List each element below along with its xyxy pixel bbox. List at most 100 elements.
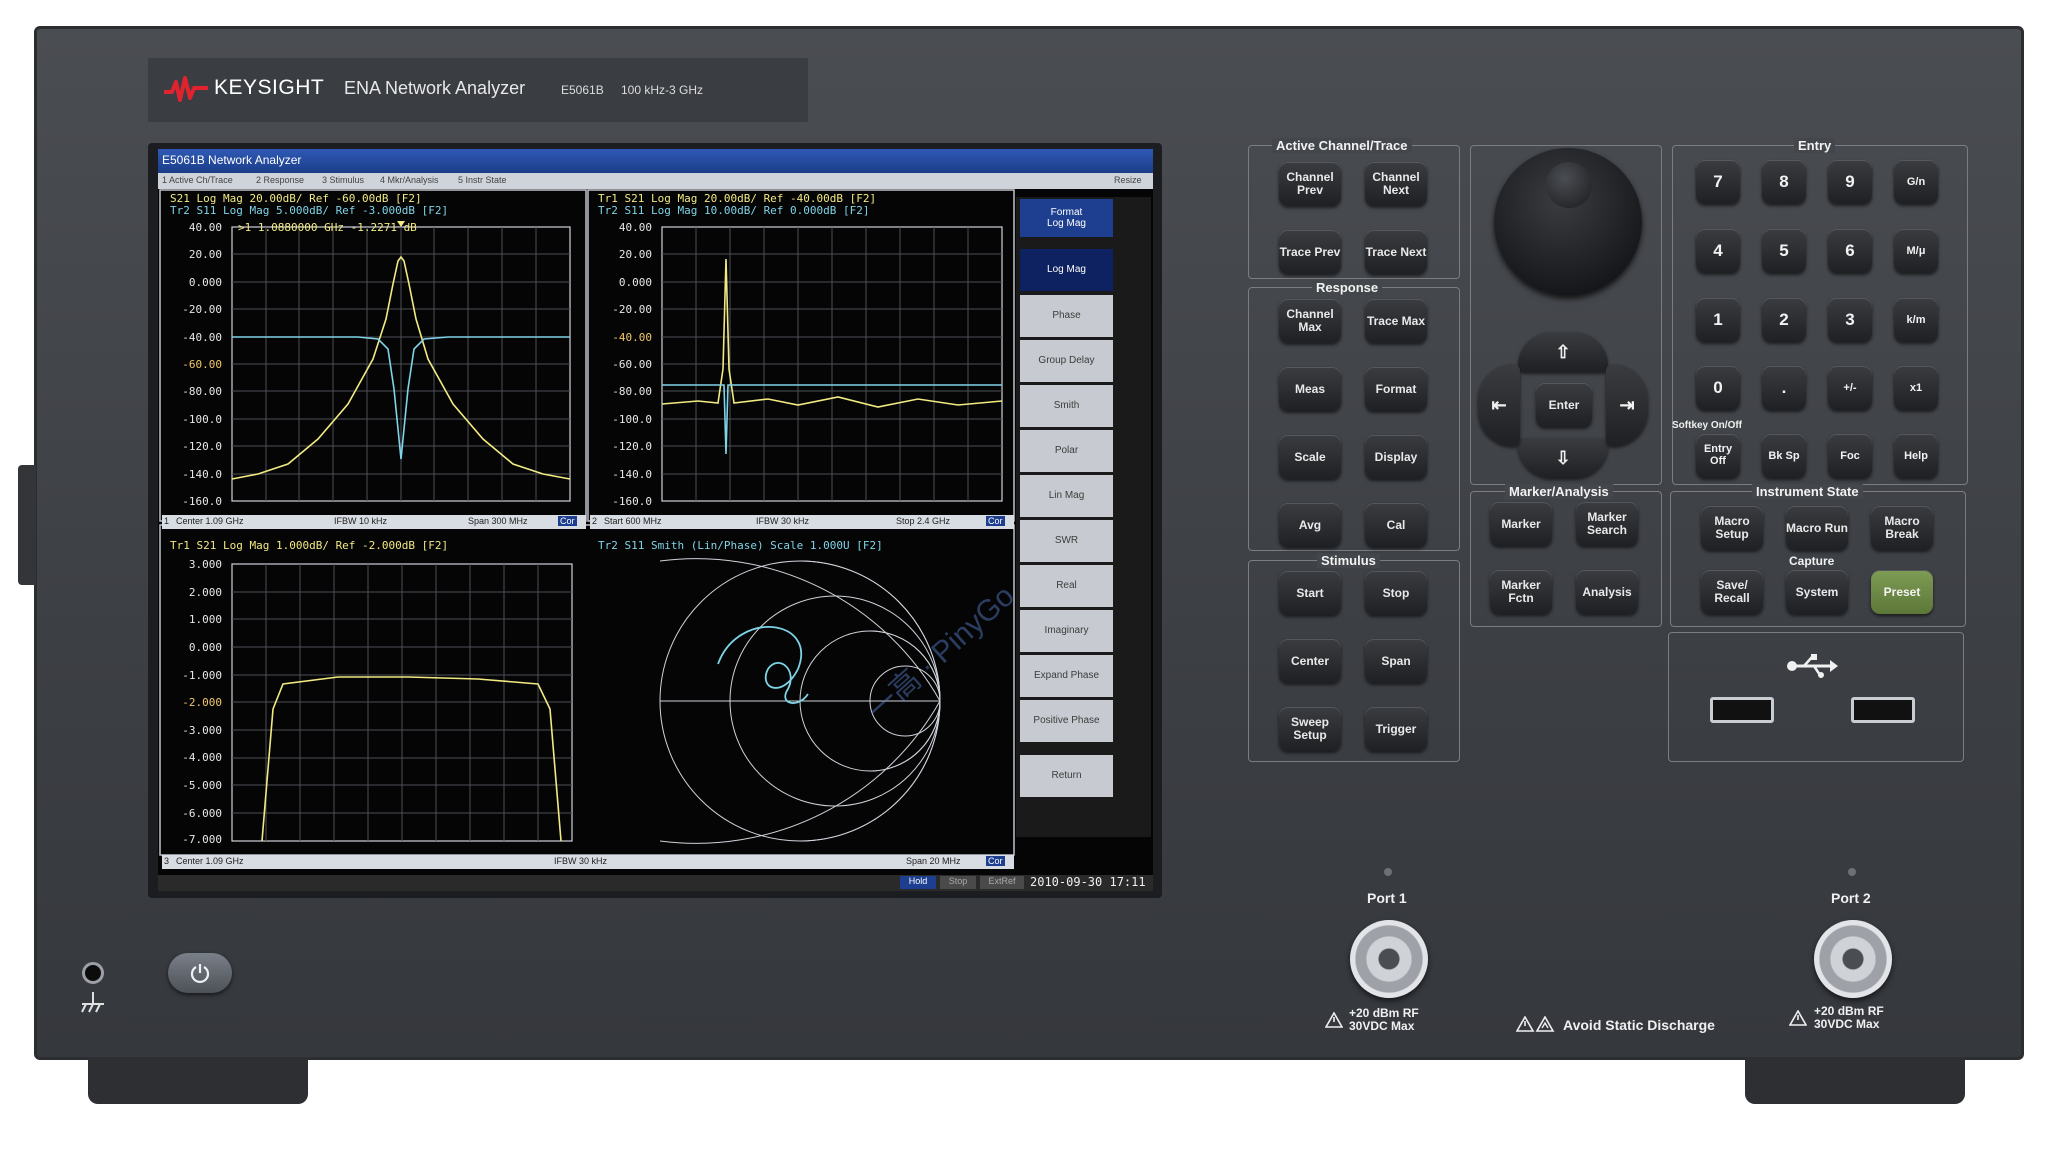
pane2-ytick: -80.00 bbox=[612, 385, 652, 398]
port1-connector[interactable] bbox=[1350, 920, 1428, 998]
trace-max-button[interactable]: Trace Max bbox=[1365, 299, 1427, 343]
display-button[interactable]: Display bbox=[1365, 435, 1427, 479]
entry-off-button[interactable]: Entry Off bbox=[1696, 434, 1740, 478]
avg-button[interactable]: Avg bbox=[1279, 503, 1341, 547]
pane3-center: Center 1.09 GHz bbox=[176, 856, 244, 866]
pane1-ytick: 40.00 bbox=[188, 221, 222, 234]
port2-warning-icon bbox=[1789, 1010, 1807, 1026]
center-button[interactable]: Center bbox=[1279, 639, 1341, 683]
menu-item-active-ch[interactable]: 1 Active Ch/Trace bbox=[162, 175, 233, 185]
pane3-ytick: -7.000 bbox=[182, 833, 222, 846]
sweep-setup-button[interactable]: Sweep Setup bbox=[1279, 707, 1341, 751]
softkey-smith[interactable]: Smith bbox=[1020, 385, 1113, 427]
static-warning-icon bbox=[1516, 1016, 1555, 1032]
key-decimal[interactable]: . bbox=[1762, 366, 1806, 410]
static-warning-text: Avoid Static Discharge bbox=[1563, 1017, 1715, 1033]
cal-button[interactable]: Cal bbox=[1365, 503, 1427, 547]
softkey-real[interactable]: Real bbox=[1020, 565, 1113, 607]
key-7[interactable]: 7 bbox=[1696, 160, 1740, 204]
save-recall-button[interactable]: Save/ Recall bbox=[1701, 570, 1763, 614]
instrument-state-label: Instrument State bbox=[1752, 484, 1863, 499]
macro-setup-button[interactable]: Macro Setup bbox=[1701, 506, 1763, 550]
backspace-button[interactable]: Bk Sp bbox=[1762, 434, 1806, 478]
pane3-ytick: -4.000 bbox=[182, 751, 222, 764]
ground-jack[interactable] bbox=[82, 962, 104, 984]
softkey-polar[interactable]: Polar bbox=[1020, 430, 1113, 472]
marker-search-button[interactable]: Marker Search bbox=[1576, 502, 1638, 546]
scale-button[interactable]: Scale bbox=[1279, 435, 1341, 479]
pane2-ytick: 20.00 bbox=[618, 248, 652, 261]
brand-logo-text: KEYSIGHT bbox=[214, 76, 325, 99]
pane3-ytick-ref: -2.000 bbox=[182, 696, 222, 709]
port2-led bbox=[1848, 868, 1856, 876]
help-button[interactable]: Help bbox=[1894, 434, 1938, 478]
enter-button[interactable]: Enter bbox=[1536, 383, 1592, 427]
key-9[interactable]: 9 bbox=[1828, 160, 1872, 204]
instrument-foot-left bbox=[88, 1058, 308, 1104]
key-2[interactable]: 2 bbox=[1762, 298, 1806, 342]
trace-next-button[interactable]: Trace Next bbox=[1365, 230, 1427, 274]
usb-port-right[interactable] bbox=[1851, 697, 1915, 723]
pane2-ytick: 0.000 bbox=[618, 276, 652, 289]
span-button[interactable]: Span bbox=[1365, 639, 1427, 683]
power-button[interactable] bbox=[168, 953, 232, 993]
marker-button[interactable]: Marker bbox=[1490, 502, 1552, 546]
usb-port-left[interactable] bbox=[1710, 697, 1774, 723]
menu-item-stimulus[interactable]: 3 Stimulus bbox=[322, 175, 364, 185]
key-mega-micro[interactable]: M/μ bbox=[1894, 229, 1938, 273]
analysis-button[interactable]: Analysis bbox=[1576, 570, 1638, 614]
softkey-log-mag[interactable]: Log Mag bbox=[1020, 249, 1113, 291]
focus-button[interactable]: Foc bbox=[1828, 434, 1872, 478]
marker-fctn-button[interactable]: Marker Fctn bbox=[1490, 570, 1552, 614]
display-screen[interactable]: E5061B Network Analyzer 1 Active Ch/Trac… bbox=[158, 149, 1153, 891]
key-4[interactable]: 4 bbox=[1696, 229, 1740, 273]
usb-icon bbox=[1787, 654, 1838, 678]
ground-icon bbox=[81, 992, 104, 1013]
macro-break-button[interactable]: Macro Break bbox=[1871, 506, 1933, 550]
trace-prev-button[interactable]: Trace Prev bbox=[1279, 230, 1341, 274]
pane1-channel-number: 1 bbox=[164, 516, 170, 526]
softkey-positive-phase[interactable]: Positive Phase bbox=[1020, 700, 1113, 742]
key-giga-nano[interactable]: G/n bbox=[1894, 160, 1938, 204]
pane2-ytick: -160.0 bbox=[612, 495, 652, 508]
meas-button[interactable]: Meas bbox=[1279, 367, 1341, 411]
pane2-trace2-header: Tr2 S11 Log Mag 10.00dB/ Ref 0.000dB [F2… bbox=[598, 204, 870, 217]
system-button[interactable]: System bbox=[1786, 570, 1848, 614]
port2-connector[interactable] bbox=[1814, 920, 1892, 998]
key-8[interactable]: 8 bbox=[1762, 160, 1806, 204]
softkey-return[interactable]: Return bbox=[1020, 755, 1113, 797]
macro-run-button[interactable]: Macro Run bbox=[1786, 506, 1848, 550]
arrow-up-button[interactable]: ⇧ bbox=[1518, 332, 1608, 372]
key-kilo-milli[interactable]: k/m bbox=[1894, 298, 1938, 342]
preset-button[interactable]: Preset bbox=[1871, 570, 1933, 614]
softkey-expand-phase[interactable]: Expand Phase bbox=[1020, 655, 1113, 697]
softkey-phase[interactable]: Phase bbox=[1020, 295, 1113, 337]
key-3[interactable]: 3 bbox=[1828, 298, 1872, 342]
port2-dc-limit: 30VDC Max bbox=[1814, 1017, 1880, 1031]
channel-max-button[interactable]: Channel Max bbox=[1279, 299, 1341, 343]
key-1[interactable]: 1 bbox=[1696, 298, 1740, 342]
channel-next-button[interactable]: Channel Next bbox=[1365, 162, 1427, 206]
marker-analysis-label: Marker/Analysis bbox=[1505, 484, 1613, 499]
key-5[interactable]: 5 bbox=[1762, 229, 1806, 273]
key-0[interactable]: 0 bbox=[1696, 366, 1740, 410]
menu-item-instr-state[interactable]: 5 Instr State bbox=[458, 175, 507, 185]
format-button[interactable]: Format bbox=[1365, 367, 1427, 411]
pane1-trace2-header: Tr2 S11 Log Mag 5.000dB/ Ref -3.000dB [F… bbox=[170, 204, 449, 217]
stop-button[interactable]: Stop bbox=[1365, 571, 1427, 615]
start-button[interactable]: Start bbox=[1279, 571, 1341, 615]
channel-prev-button[interactable]: Channel Prev bbox=[1279, 162, 1341, 206]
menu-item-response[interactable]: 2 Response bbox=[256, 175, 304, 185]
trigger-button[interactable]: Trigger bbox=[1365, 707, 1427, 751]
softkey-lin-mag[interactable]: Lin Mag bbox=[1020, 475, 1113, 517]
softkey-group-delay[interactable]: Group Delay bbox=[1020, 340, 1113, 382]
key-6[interactable]: 6 bbox=[1828, 229, 1872, 273]
key-plus-minus[interactable]: +/- bbox=[1828, 366, 1872, 410]
rotary-knob[interactable] bbox=[1494, 148, 1642, 296]
pane3-status-bar: 3 Center 1.09 GHz IFBW 30 kHz Span 20 MH… bbox=[162, 855, 1014, 869]
menu-item-resize[interactable]: Resize bbox=[1114, 175, 1142, 185]
menu-item-mkr-analysis[interactable]: 4 Mkr/Analysis bbox=[380, 175, 439, 185]
softkey-swr[interactable]: SWR bbox=[1020, 520, 1113, 562]
softkey-imaginary[interactable]: Imaginary bbox=[1020, 610, 1113, 652]
key-x1[interactable]: x1 bbox=[1894, 366, 1938, 410]
